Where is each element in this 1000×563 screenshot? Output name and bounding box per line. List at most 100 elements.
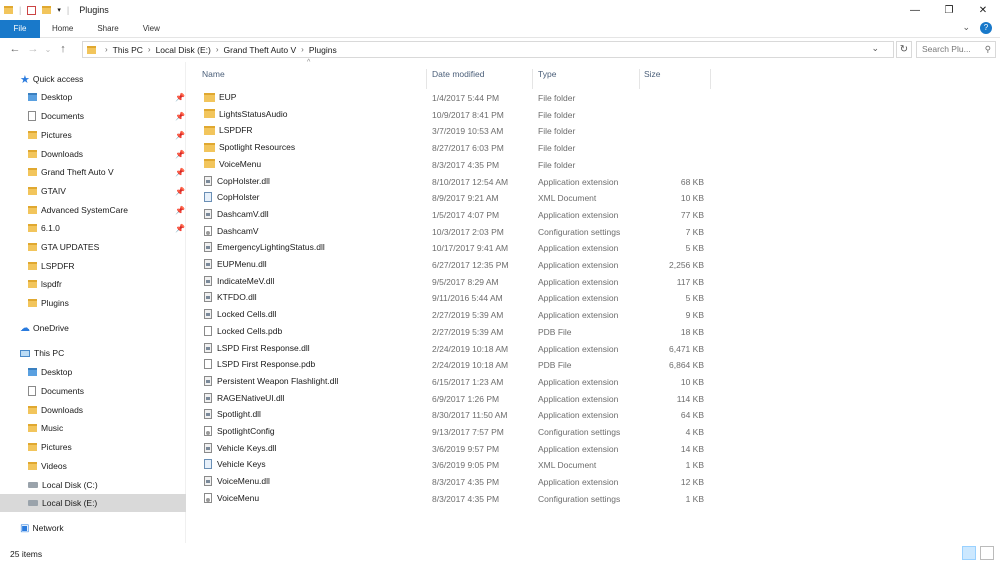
file-row[interactable]: DashcamV 10/3/2017 2:03 PM Configuration s… [196,224,716,240]
file-row[interactable]: EmergencyLightingStatus.dll 10/17/2017 9:… [196,240,716,256]
nav-pc-videos[interactable]: Videos [28,457,67,475]
new-folder-icon[interactable] [42,6,52,14]
nav-item-advanced-systemcare[interactable]: Advanced SystemCare [28,201,128,219]
nav-pc-documents[interactable]: Documents [28,382,84,400]
file-icon [204,325,212,336]
file-row[interactable]: Spotlight Resources 8/27/2017 6:03 PM File… [196,140,716,156]
nav-pc-music[interactable]: Music [28,419,63,437]
file-row[interactable]: IndicateMeV.dll 9/5/2017 8:29 AM Applicati… [196,274,716,290]
breadcrumb-this-pc[interactable]: This PC [113,45,143,55]
pin-icon[interactable]: 📌 [175,224,185,233]
breadcrumb-local-disk-e[interactable]: Local Disk (E:) [156,45,211,55]
file-row[interactable]: Vehicle Keys.dll 3/6/2019 9:57 PM Applicat… [196,441,716,457]
file-row[interactable]: LSPDFR 3/7/2019 10:53 AM File folder [196,123,716,139]
file-row[interactable]: RAGENativeUI.dll 6/9/2017 1:26 PM Applicat… [196,391,716,407]
file-row[interactable]: DashcamV.dll 1/5/2017 4:07 PM Application … [196,207,716,223]
file-row[interactable]: Vehicle Keys 3/6/2019 9:05 PM XML Document… [196,457,716,473]
pin-icon[interactable]: 📌 [175,168,185,177]
tab-share[interactable]: Share [85,20,130,38]
column-header-type[interactable]: Type [538,69,556,79]
chevron-right-icon[interactable]: › [301,45,304,54]
column-divider[interactable] [532,69,533,89]
file-row[interactable]: LightsStatusAudio 10/9/2017 8:41 PM File f… [196,107,716,123]
recent-locations-chevron-icon[interactable]: ⌄ [42,45,54,54]
pin-icon[interactable]: 📌 [175,131,185,140]
nav-this-pc[interactable]: This PC [20,344,64,362]
maximize-button[interactable]: ❐ [932,0,966,20]
file-row[interactable]: VoiceMenu 8/3/2017 4:35 PM File folder [196,157,716,173]
address-dropdown-icon[interactable]: ⌄ [871,43,879,54]
pin-icon[interactable]: 📌 [175,206,185,215]
breadcrumb-plugins[interactable]: Plugins [309,45,337,55]
file-row[interactable]: Spotlight.dll 8/30/2017 11:50 AM Applicati… [196,407,716,423]
file-row[interactable]: VoiceMenu.dll 8/3/2017 4:35 PM Application… [196,474,716,490]
search-input[interactable]: Search Plu... ⚲ [916,41,996,58]
customize-toolbar-icon[interactable]: ▾ [57,6,61,14]
file-row[interactable]: VoiceMenu 8/3/2017 4:35 PM Configuration s… [196,491,716,507]
column-headers: ^ Name Date modified Type Size [196,59,716,89]
file-row[interactable]: Persistent Weapon Flashlight.dll 6/15/201… [196,374,716,390]
column-divider[interactable] [639,69,640,89]
nav-item-lspdfr-lower[interactable]: lspdfr [28,275,62,293]
expand-ribbon-icon[interactable]: ⌄ [962,22,970,34]
nav-drive-e[interactable]: Local Disk (E:) [0,494,186,512]
tab-home[interactable]: Home [40,20,85,38]
pin-icon[interactable]: 📌 [175,112,185,121]
chevron-right-icon[interactable]: › [105,45,108,54]
forward-arrow-icon[interactable]: → [24,43,42,55]
nav-item-lspdfr-upper[interactable]: LSPDFR [28,257,75,275]
pin-icon[interactable]: 📌 [175,187,185,196]
file-row[interactable]: KTFDO.dll 9/11/2016 5:44 AM Application ex… [196,290,716,306]
file-row[interactable]: LSPD First Response.pdb 2/24/2019 10:18 A… [196,357,716,373]
details-view-icon[interactable] [962,546,976,560]
folder-icon [28,187,37,195]
file-row[interactable]: Locked Cells.pdb 2/27/2019 5:39 AM PDB Fil… [196,324,716,340]
tab-file[interactable]: File [0,19,40,38]
file-row[interactable]: EUPMenu.dll 6/27/2017 12:35 PM Application… [196,257,716,273]
nav-item-gtaiv[interactable]: GTAIV [28,182,66,200]
nav-item-pictures[interactable]: Pictures [28,126,72,144]
nav-onedrive[interactable]: ☁ OneDrive [20,319,69,337]
up-arrow-icon[interactable]: ↑ [54,43,72,55]
nav-item-gta-updates[interactable]: GTA UPDATES [28,238,99,256]
nav-item-gta-v[interactable]: Grand Theft Auto V [28,163,114,181]
back-arrow-icon[interactable]: ← [6,43,24,55]
file-row[interactable]: SpotlightConfig 9/13/2017 7:57 PM Configur… [196,424,716,440]
pin-icon[interactable]: 📌 [175,150,185,159]
nav-quick-access[interactable]: ★ Quick access [20,70,83,88]
nav-item-desktop[interactable]: Desktop [28,88,72,106]
close-button[interactable]: ✕ [966,0,1000,20]
file-row[interactable]: LSPD First Response.dll 2/24/2019 10:18 A… [196,341,716,357]
tab-view[interactable]: View [131,20,172,38]
nav-pc-pictures[interactable]: Pictures [28,438,72,456]
file-row[interactable]: CopHolster 8/9/2017 9:21 AM XML Document 10… [196,190,716,206]
nav-drive-c[interactable]: Local Disk (C:) [28,476,98,494]
file-row[interactable]: CopHolster.dll 8/10/2017 12:54 AM Applicat… [196,174,716,190]
column-header-date[interactable]: Date modified [432,69,484,79]
large-icons-view-icon[interactable] [980,546,994,560]
nav-pc-desktop[interactable]: Desktop [28,363,72,381]
nav-network[interactable]: ▣ Network [20,519,64,537]
nav-item-documents[interactable]: Documents [28,107,84,125]
breadcrumb-gta-v[interactable]: Grand Theft Auto V [224,45,297,55]
nav-item-plugins[interactable]: Plugins [28,294,69,312]
help-icon[interactable]: ? [980,22,992,34]
file-row[interactable]: Locked Cells.dll 2/27/2019 5:39 AM Applica… [196,307,716,323]
address-bar[interactable]: › This PC › Local Disk (E:) › Grand Thef… [82,41,894,58]
file-name: SpotlightConfig [217,426,275,436]
file-row[interactable]: EUP 1/4/2017 5:44 PM File folder [196,90,716,106]
nav-label: Grand Theft Auto V [41,167,114,177]
nav-item-downloads[interactable]: Downloads [28,145,83,163]
column-divider[interactable] [710,69,711,89]
nav-item-6-1-0[interactable]: 6.1.0 [28,219,60,237]
minimize-button[interactable]: — [898,0,932,20]
chevron-right-icon[interactable]: › [148,45,151,54]
refresh-icon[interactable]: ↻ [896,41,912,58]
chevron-right-icon[interactable]: › [216,45,219,54]
column-header-size[interactable]: Size [644,69,661,79]
column-divider[interactable] [426,69,427,89]
pin-icon[interactable]: 📌 [175,93,185,102]
properties-icon[interactable] [27,5,37,15]
nav-pc-downloads[interactable]: Downloads [28,401,83,419]
column-header-name[interactable]: Name [202,69,225,79]
